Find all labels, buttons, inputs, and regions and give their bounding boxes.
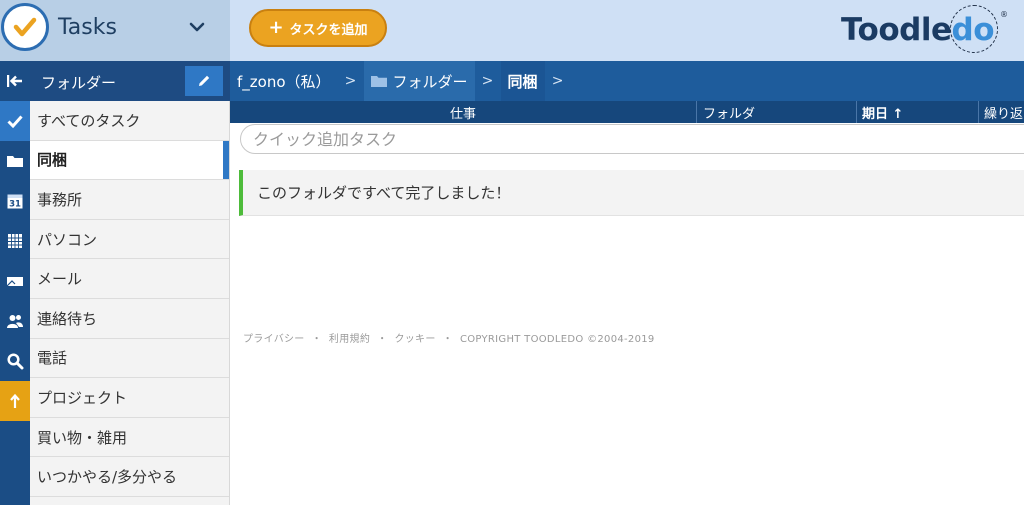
column-header-due-date[interactable]: 期日 ↑ xyxy=(857,101,979,123)
folder-item-waiting[interactable]: 連絡待ち xyxy=(30,299,229,339)
app-title: Tasks xyxy=(58,15,117,40)
svg-text:31: 31 xyxy=(9,200,21,210)
folder-item-inbox[interactable]: 同梱 xyxy=(30,140,229,181)
rail-folders-button[interactable] xyxy=(0,141,30,181)
column-header-task[interactable]: 仕事 xyxy=(230,101,697,123)
rail-priority-button[interactable] xyxy=(0,381,30,421)
check-logo-icon xyxy=(13,17,37,37)
footer-separator: ・ xyxy=(442,334,453,345)
rail-calendar-button[interactable]: 31 xyxy=(0,181,30,221)
footer-copyright: COPYRIGHT TOODLEDO ©2004-2019 xyxy=(459,334,655,345)
rail-search-button[interactable] xyxy=(0,341,30,381)
collapse-sidebar-button[interactable] xyxy=(0,61,30,101)
footer-cookies-link[interactable]: クッキー xyxy=(394,334,435,345)
pencil-icon xyxy=(199,75,210,86)
footer-separator: ・ xyxy=(311,334,322,345)
plus-icon: + xyxy=(268,17,284,38)
folder-item-computer[interactable]: パソコン xyxy=(30,220,229,260)
folder-item-someday[interactable]: いつかやる/多分やる xyxy=(30,457,229,497)
add-task-button[interactable]: + タスクを追加 xyxy=(249,9,387,47)
brand-logo: Toodledo ® xyxy=(841,4,1008,56)
breadcrumb-folders-label: フォルダー xyxy=(392,72,468,91)
contacts-icon xyxy=(7,315,23,328)
app-switcher[interactable]: Tasks xyxy=(0,0,230,61)
footer: プライバシー・利用規約・クッキー・ COPYRIGHT TOODLEDO ©200… xyxy=(243,330,655,345)
folder-item-errands[interactable]: 買い物・雑用 xyxy=(30,418,229,458)
checkmark-icon xyxy=(7,115,23,129)
folders-panel-header: フォルダー xyxy=(30,61,230,101)
brand-circle xyxy=(950,5,998,53)
chevron-right-icon: > xyxy=(344,73,357,89)
breadcrumb-account[interactable]: f_zono（私） xyxy=(230,61,338,101)
rail-grid-button[interactable] xyxy=(0,221,30,261)
task-table-header: 仕事 フォルダ 期日 ↑ 繰り返 xyxy=(230,101,1024,123)
rail-tasks-button[interactable] xyxy=(0,101,30,141)
breadcrumb-current[interactable]: 同梱 xyxy=(500,61,545,101)
add-task-label: タスクを追加 xyxy=(289,22,368,38)
folder-item-phone[interactable]: 電話 xyxy=(30,339,229,379)
chevron-right-icon[interactable]: > xyxy=(545,61,571,101)
quick-add-task-input[interactable] xyxy=(240,124,1024,154)
folders-panel-title: フォルダー xyxy=(41,74,117,92)
top-header: + タスクを追加 Toodledo ® xyxy=(230,0,1024,61)
icon-rail: 31 xyxy=(0,61,30,505)
rail-contacts-button[interactable] xyxy=(0,301,30,341)
folder-icon xyxy=(370,76,387,87)
folder-list: すべてのタスク 同梱 事務所 パソコン メール 連絡待ち 電話 プロジェクト 買… xyxy=(30,101,230,505)
footer-terms-link[interactable]: 利用規約 xyxy=(329,334,370,345)
folder-item-office[interactable]: 事務所 xyxy=(30,180,229,220)
column-header-repeat[interactable]: 繰り返 xyxy=(979,101,1024,123)
folder-item-all-tasks[interactable]: すべてのタスク xyxy=(30,101,229,141)
edit-folders-button[interactable] xyxy=(185,66,223,96)
footer-separator: ・ xyxy=(377,334,388,345)
folder-icon xyxy=(7,156,23,167)
brand-registered-mark: ® xyxy=(1000,10,1008,19)
tag-icon xyxy=(6,277,23,287)
search-icon xyxy=(7,353,24,370)
folder-item-email[interactable]: メール xyxy=(30,259,229,299)
calendar-icon: 31 xyxy=(7,194,23,210)
rail-tags-button[interactable] xyxy=(0,261,30,301)
collapse-icon xyxy=(7,75,22,87)
column-header-folder[interactable]: フォルダ xyxy=(697,101,857,123)
chevron-down-icon[interactable] xyxy=(186,16,208,38)
footer-privacy-link[interactable]: プライバシー xyxy=(243,334,305,345)
app-root: Tasks + タスクを追加 Toodledo ® 31 フォルダー すべてのタ… xyxy=(0,0,1024,505)
breadcrumb-folders[interactable]: フォルダー xyxy=(363,61,475,101)
priority-up-icon xyxy=(10,393,20,408)
grid-icon xyxy=(8,234,22,248)
folder-complete-message: このフォルダですべて完了しました！ xyxy=(239,170,1024,216)
breadcrumb: f_zono（私） > フォルダー > 同梱 > xyxy=(230,61,1024,101)
chevron-right-icon: > xyxy=(481,73,494,89)
folder-item-projects[interactable]: プロジェクト xyxy=(30,378,229,418)
app-logo xyxy=(1,3,49,51)
